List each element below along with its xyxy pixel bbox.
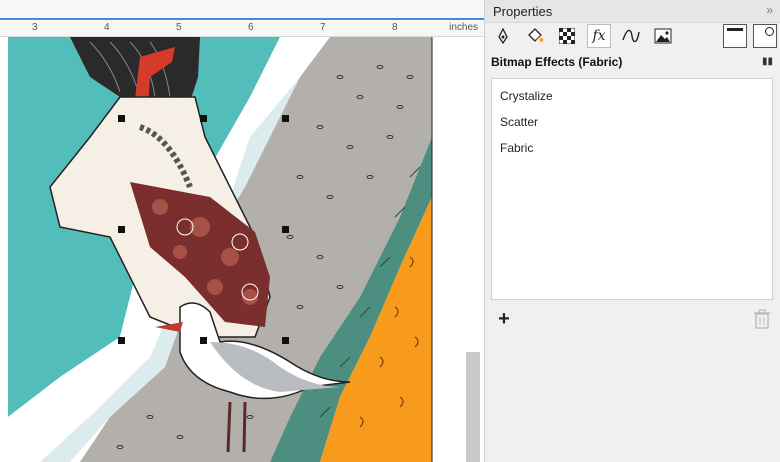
- fx-effects-icon: fx: [592, 28, 606, 44]
- tab-fill[interactable]: [523, 24, 547, 48]
- seagull-leg: [226, 401, 232, 453]
- tab-effects[interactable]: fx: [587, 24, 611, 48]
- tab-curve[interactable]: [619, 24, 643, 48]
- ruler-number: 3: [32, 22, 38, 33]
- vertical-scrollbar[interactable]: [466, 352, 480, 462]
- properties-panel: Properties » fx Bitmap Effects (Fabric) …: [484, 0, 780, 462]
- fill-bucket-icon: [528, 28, 544, 42]
- list-item-fabric[interactable]: Fabric: [500, 141, 533, 155]
- bitmap-effects-section: Bitmap Effects (Fabric) ▮▮: [485, 51, 780, 73]
- pin-icon[interactable]: ▮▮: [762, 56, 773, 67]
- drawing-canvas[interactable]: 3 4 5 6 7 8 inches: [0, 0, 484, 462]
- add-effect-button[interactable]: +: [495, 308, 513, 330]
- ruler-number: 5: [176, 22, 182, 33]
- frame-settings-icon[interactable]: [753, 24, 777, 48]
- ruler-number: 7: [320, 22, 326, 33]
- bitmap-image-icon: [654, 28, 672, 44]
- ruler-number: 6: [248, 22, 254, 33]
- curve-icon: [622, 29, 640, 43]
- outline-pen-icon: [498, 28, 508, 44]
- list-item-crystalize[interactable]: Crystalize: [500, 89, 553, 103]
- panel-header: Properties »: [485, 0, 780, 23]
- delete-effect-button[interactable]: [753, 309, 771, 329]
- section-title: Bitmap Effects (Fabric): [491, 55, 623, 69]
- plus-icon: +: [498, 308, 510, 330]
- frame-icon[interactable]: [723, 24, 747, 48]
- illustration-artwork[interactable]: [0, 37, 484, 462]
- trash-icon: [754, 309, 770, 329]
- transparency-icon: [559, 28, 575, 44]
- tab-transparency[interactable]: [555, 24, 579, 48]
- tab-bitmap[interactable]: [651, 24, 675, 48]
- ruler-number: 8: [392, 22, 398, 33]
- effects-list[interactable]: Crystalize Scatter Fabric: [491, 78, 773, 300]
- list-item-scatter[interactable]: Scatter: [500, 115, 538, 129]
- seagull-leg: [242, 401, 247, 453]
- ruler-unit-label: inches: [449, 22, 478, 33]
- tab-outline[interactable]: [491, 24, 515, 48]
- collapse-panel-icon[interactable]: »: [766, 3, 773, 17]
- properties-tabbar: fx: [485, 23, 780, 51]
- ruler-number: 4: [104, 22, 110, 33]
- panel-title: Properties: [493, 4, 553, 19]
- horizontal-ruler[interactable]: 3 4 5 6 7 8 inches: [0, 0, 484, 37]
- ruler-guide-line: [0, 18, 484, 20]
